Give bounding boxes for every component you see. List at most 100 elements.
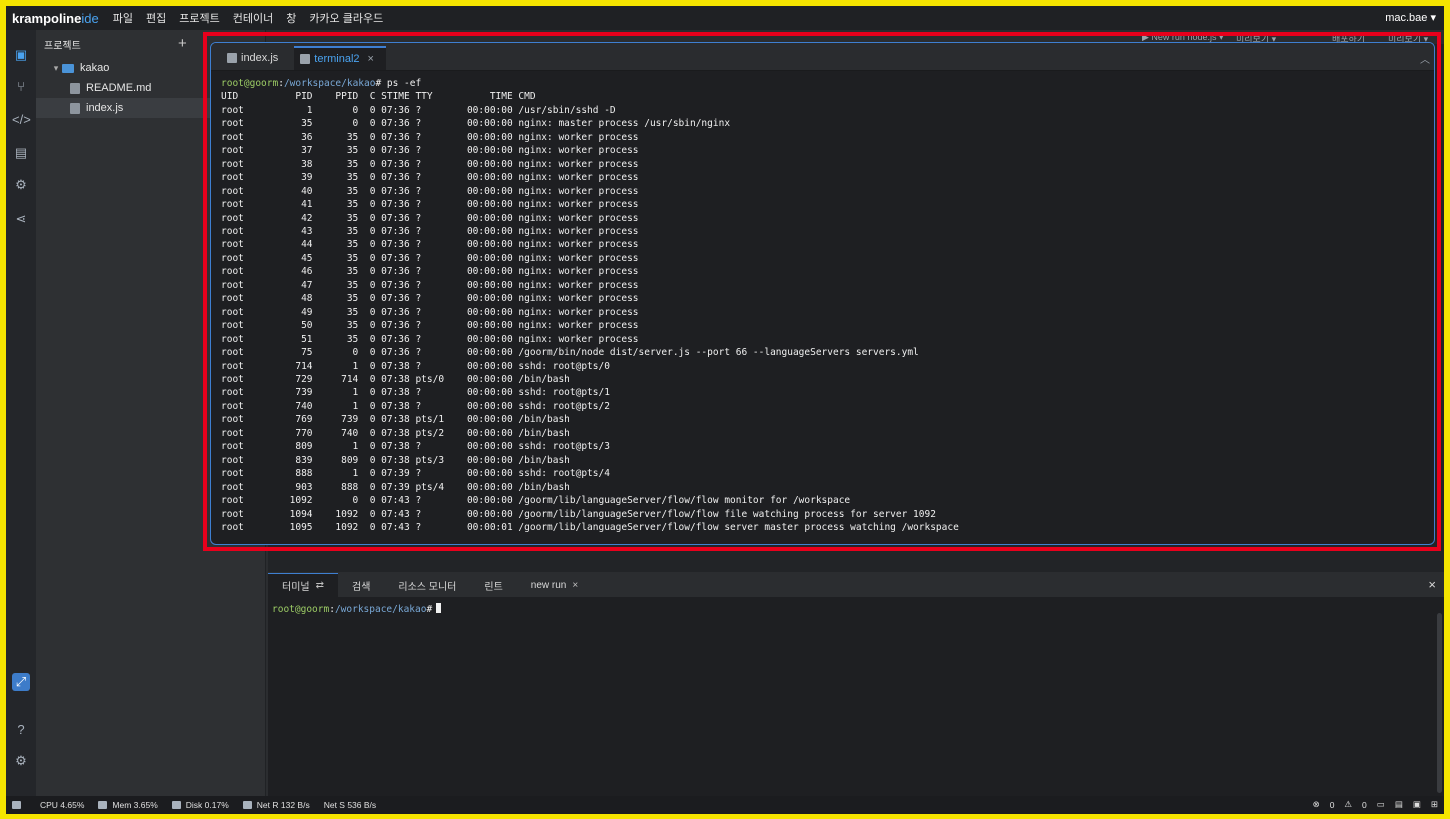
chat-icon[interactable]: ▤ [1395,799,1403,810]
mem-label: Mem 3.65% [112,800,158,810]
menu-file[interactable]: 파일 [113,10,133,26]
close-icon[interactable]: × [572,580,578,591]
terminal-line: root 36 35 0 07:36 ? 00:00:00 nginx: wor… [221,131,639,143]
close-icon[interactable]: × [368,53,374,65]
js-file-icon [227,53,237,63]
net-r-label: Net R 132 B/s [256,800,310,810]
status-mem: Mem 3.65% [98,800,158,810]
terminal-line: root 51 35 0 07:36 ? 00:00:00 nginx: wor… [221,333,639,345]
warning-count: 0 [1362,799,1367,810]
tab-lint[interactable]: 린트 [470,573,516,597]
project-explorer-icon[interactable]: ▣ [12,46,30,64]
menu-kakao-cloud[interactable]: 카카오 클라우드 [309,10,383,26]
sidebar-title: 프로젝트 [44,40,81,52]
terminal-line: root 37 35 0 07:36 ? 00:00:00 nginx: wor… [221,145,639,157]
terminal-line: root 1095 1092 0 07:43 ? 00:00:01 /goorm… [221,521,959,533]
tab-search[interactable]: 검색 [338,573,384,597]
menu-edit[interactable]: 편집 [146,10,166,26]
terminal-line: root 49 35 0 07:36 ? 00:00:00 nginx: wor… [221,306,639,318]
prompt-end: # [426,604,433,615]
prompt-command: # ps -ef [375,78,422,89]
js-file-icon [70,102,80,114]
user-menu[interactable]: mac.bae ▾ [1385,11,1436,24]
terminal-line: root 809 1 0 07:38 ? 00:00:00 sshd: root… [221,441,610,453]
terminal-toggle-icon[interactable]: ▣ [1413,799,1421,810]
terminal-line: root 43 35 0 07:36 ? 00:00:00 nginx: wor… [221,225,639,237]
tab-label: new run [530,579,567,591]
add-file-icon[interactable]: + [178,35,187,52]
disk-icon [171,801,181,809]
terminal-line: root 35 0 0 07:36 ? 00:00:00 nginx: mast… [221,118,731,130]
terminal-line: root 729 714 0 07:38 pts/0 00:00:00 /bin… [221,373,570,385]
activity-bar: ▣ ⑂ </> ▤ ⚙ ⋖ ⤢ ? ⚙ [6,30,36,796]
terminal-line: root 740 1 0 07:38 ? 00:00:00 sshd: root… [221,400,610,412]
menu-project[interactable]: 프로젝트 [179,10,219,26]
tab-index-js[interactable]: index.js [221,46,290,70]
terminal-line: root 888 1 0 07:39 ? 00:00:00 sshd: root… [221,468,610,480]
terminal-line: root 839 809 0 07:38 pts/3 00:00:00 /bin… [221,454,570,466]
share-icon[interactable]: ⋖ [12,210,30,228]
terminal-line: root 739 1 0 07:38 ? 00:00:00 sshd: root… [221,387,610,399]
expand-icon[interactable]: ⤢ [12,673,30,691]
tab-label: index.js [241,52,279,64]
prompt-path: /workspace/kakao [334,604,427,615]
menu-window[interactable]: 창 [286,10,296,26]
menu-container[interactable]: 컨테이너 [233,10,273,26]
terminal-line: root 47 35 0 07:36 ? 00:00:00 nginx: wor… [221,279,639,291]
terminal-scrollbar[interactable] [1437,613,1442,793]
close-panel-icon[interactable]: × [1428,577,1436,592]
terminal-prompt-line: root@goorm:/workspace/kakao# ps -ef [221,77,1434,90]
chevron-up-icon[interactable]: ︿ [1420,51,1430,66]
status-bar: CPU 4.65% Mem 3.65% Disk 0.17% Net R 132… [6,796,1444,814]
prompt-user: root@goorm [272,604,330,615]
terminal-lines: UID PID PPID C STIME TTY TIME CMD root 1 … [221,90,1434,534]
bottom-tab-bar: 터미널 ⇄ 검색 리소스 모니터 린트 new run × × [268,573,1444,597]
bottom-panel: 터미널 ⇄ 검색 리소스 모니터 린트 new run × × root@goo… [268,573,1444,796]
bottom-terminal[interactable]: root@goorm:/workspace/kakao# [268,597,1444,615]
network-icon [242,801,252,809]
refresh-icon[interactable]: ⇄ [316,580,324,591]
status-settings[interactable] [12,801,26,809]
terminal-line: UID PID PPID C STIME TTY TIME CMD [221,91,536,103]
tab-new-run[interactable]: new run × [517,573,592,597]
markdown-file-icon [70,82,80,94]
terminal-cursor [436,603,442,613]
code-icon[interactable]: </> [12,111,31,129]
terminal-line: root 1 0 0 07:36 ? 00:00:00 /usr/sbin/ss… [221,104,616,116]
more-icon[interactable]: ⊞ [1431,799,1438,810]
terminal-window[interactable]: index.js terminal2 × ︿ root@goorm:/works… [210,42,1435,545]
file-label: index.js [86,102,124,114]
deploy-icon[interactable]: ⚙ [12,176,30,194]
warning-icon[interactable]: ⚠ [1344,799,1352,810]
terminal-line: root 1094 1092 0 07:43 ? 00:00:00 /goorm… [221,508,936,520]
tab-terminal2[interactable]: terminal2 × [294,46,386,70]
terminal-line: root 38 35 0 07:36 ? 00:00:00 nginx: wor… [221,158,639,170]
settings-gear-icon[interactable]: ⚙ [12,752,30,770]
menu-bar: krampolineide 파일 편집 프로젝트 컨테이너 창 카카오 클라우드… [6,6,1444,30]
gear-icon [12,801,21,809]
layout-icon[interactable]: ▭ [1377,799,1385,810]
disk-label: Disk 0.17% [185,800,229,810]
status-right: ⊗ 0 ⚠ 0 ▭ ▤ ▣ ⊞ [1303,799,1438,810]
tab-terminal[interactable]: 터미널 ⇄ [268,573,338,597]
terminal-icon [300,54,311,64]
status-net-r: Net R 132 B/s [242,800,310,810]
help-icon[interactable]: ? [12,721,30,739]
folder-label: kakao [80,62,110,74]
status-disk: Disk 0.17% [171,800,229,810]
terminal-line: root 714 1 0 07:38 ? 00:00:00 sshd: root… [221,360,610,372]
chevron-down-icon: ▾ [53,62,59,73]
terminal-output[interactable]: root@goorm:/workspace/kakao# ps -ef UID P… [211,71,1434,534]
tab-label: 터미널 [282,582,310,593]
terminal-line: root 39 35 0 07:36 ? 00:00:00 nginx: wor… [221,172,639,184]
error-count: 0 [1329,799,1335,810]
status-net-s: Net S 536 B/s [323,800,377,810]
terminal-line: root 903 888 0 07:39 pts/4 00:00:00 /bin… [221,481,570,493]
error-icon[interactable]: ⊗ [1313,799,1320,810]
git-branch-icon[interactable]: ⑂ [12,78,30,96]
tab-resource-monitor[interactable]: 리소스 모니터 [384,573,470,597]
memory-icon [98,801,108,809]
container-icon[interactable]: ▤ [12,144,30,162]
terminal-line: root 769 739 0 07:38 pts/1 00:00:00 /bin… [221,414,570,426]
prompt-path: /workspace/kakao [283,78,376,89]
